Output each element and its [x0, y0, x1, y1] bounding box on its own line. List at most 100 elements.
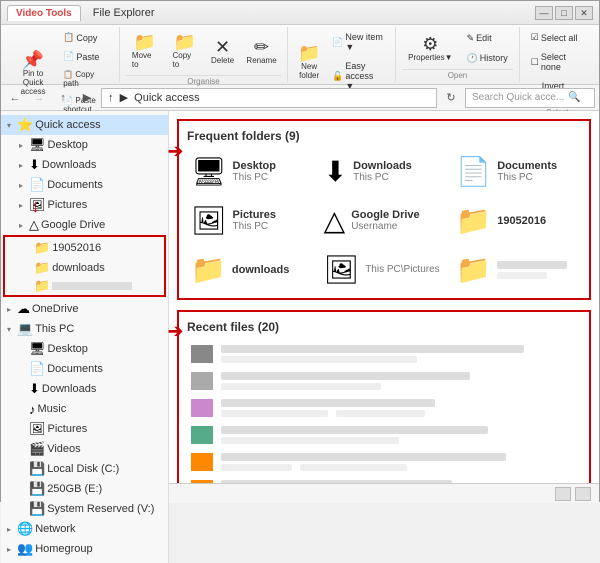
- pictures-label: Pictures: [48, 199, 88, 211]
- sidebar-item-network[interactable]: ▸ 🌐 Network: [1, 519, 168, 539]
- googledrive-icon: △: [29, 217, 39, 233]
- recent-locations-button[interactable]: ▶: [77, 88, 97, 108]
- sidebar-item-quick-access[interactable]: ▾ ⭐ Quick access: [1, 115, 168, 135]
- rename-button[interactable]: ✏ Rename: [242, 34, 281, 69]
- minimize-button[interactable]: —: [535, 6, 553, 20]
- 19052016-label: 19052016: [52, 242, 101, 254]
- video-tools-tab[interactable]: Video Tools: [7, 5, 81, 21]
- pc-downloads-arrow: [15, 383, 27, 395]
- copy-button[interactable]: 📋 Copy: [58, 29, 113, 46]
- recent-meta-3a: [221, 410, 328, 417]
- view-list-button[interactable]: [555, 487, 571, 501]
- sidebar-item-pictures[interactable]: ▸ 🖼 Pictures: [1, 195, 168, 215]
- downloads2-icon: 📁: [34, 260, 50, 276]
- folder-documents[interactable]: 📄 Documents This PC: [452, 151, 581, 192]
- select-none-label: Select none: [541, 52, 584, 72]
- new-folder-button[interactable]: 📁 Newfolder: [294, 40, 324, 84]
- search-field[interactable]: Search Quick acce... 🔍: [465, 88, 595, 108]
- folder-googledrive[interactable]: △ Google Drive Username: [320, 200, 449, 241]
- folder-19052016[interactable]: 📁 19052016: [452, 200, 581, 241]
- folder-googledrive-sub: Username: [351, 221, 419, 232]
- open-buttons: ⚙ Properties▼ ✎ Edit 🕐 History: [402, 29, 513, 67]
- sidebar-item-documents[interactable]: ▸ 📄 Documents: [1, 175, 168, 195]
- recent-item-4[interactable]: [187, 423, 581, 447]
- properties-button[interactable]: ⚙ Properties▼: [402, 31, 458, 66]
- recent-item-1[interactable]: [187, 342, 581, 366]
- select-none-button[interactable]: ☐ Select none: [526, 49, 589, 75]
- delete-button[interactable]: ✕ Delete: [206, 34, 239, 69]
- folder-documents-sub: This PC: [497, 172, 557, 183]
- pc-pictures-arrow: [15, 423, 27, 435]
- sidebar-item-onedrive[interactable]: ▸ ☁ OneDrive: [1, 299, 168, 319]
- recent-item-5[interactable]: [187, 450, 581, 474]
- refresh-button[interactable]: ↻: [441, 88, 461, 108]
- folder-googledrive-info: Google Drive Username: [351, 209, 419, 232]
- folder-downloads2-name: downloads: [232, 264, 289, 276]
- this-pc-arrow: ▾: [3, 323, 15, 335]
- pc-videos-arrow: [15, 443, 27, 455]
- folder-extra[interactable]: 📁: [452, 249, 581, 290]
- copy-to-button[interactable]: 📁 Copy to: [166, 29, 203, 73]
- folder-pc-pictures[interactable]: 🖼 This PC\Pictures: [320, 249, 449, 290]
- close-button[interactable]: ✕: [575, 6, 593, 20]
- sidebar-item-google-drive[interactable]: ▸ △ Google Drive: [1, 215, 168, 235]
- copyto-icon: 📁: [174, 33, 196, 51]
- recent-name-5: [221, 453, 506, 461]
- recent-thumb-1: [191, 345, 213, 363]
- recent-meta-row-5: [221, 464, 577, 471]
- sidebar-item-pc-downloads[interactable]: ⬇ Downloads: [1, 379, 168, 399]
- copy-icon: 📋: [63, 32, 74, 43]
- view-buttons: [555, 487, 591, 501]
- select-all-button[interactable]: ☑ Select all: [526, 29, 583, 46]
- new-group: 📁 Newfolder 📄 New item ▼ 🔓 Easy access ▼…: [288, 27, 396, 82]
- forward-button[interactable]: →: [29, 88, 49, 108]
- recent-item-3[interactable]: [187, 396, 581, 420]
- local-disk-label: Local Disk (C:): [47, 463, 119, 475]
- up-button[interactable]: ↑: [53, 88, 73, 108]
- recent-meta-1: [221, 356, 417, 363]
- pc-videos-icon: 🎬: [29, 441, 45, 457]
- pictures-arrow: ▸: [15, 199, 27, 211]
- folder-pictures-sub: This PC: [233, 221, 276, 232]
- back-button[interactable]: ←: [5, 88, 25, 108]
- move-to-button[interactable]: 📁 Move to: [126, 29, 164, 73]
- documents-icon: 📄: [29, 177, 45, 193]
- folder-downloads[interactable]: ⬇ Downloads This PC: [320, 151, 449, 192]
- recent-files-title: Recent files (20): [187, 320, 581, 334]
- sidebar-item-downloads[interactable]: ▸ ⬇ Downloads: [1, 155, 168, 175]
- sidebar-item-downloads2[interactable]: 📁 downloads: [6, 258, 163, 278]
- recent-item-2[interactable]: [187, 369, 581, 393]
- address-field[interactable]: ↑ ▶ Quick access: [101, 88, 437, 108]
- recent-meta-5a: [221, 464, 292, 471]
- sidebar-item-pc-desktop[interactable]: 🖥 Desktop: [1, 339, 168, 359]
- open-group: ⚙ Properties▼ ✎ Edit 🕐 History Open: [396, 27, 520, 82]
- sidebar-item-pc-music[interactable]: ♪ Music: [1, 399, 168, 419]
- sidebar-item-pc-documents[interactable]: 📄 Documents: [1, 359, 168, 379]
- folder-downloads2[interactable]: 📁 downloads: [187, 249, 316, 290]
- folder-pictures[interactable]: 🖼 Pictures This PC: [187, 200, 316, 241]
- sidebar-item-desktop[interactable]: ▸ 🖥 Desktop: [1, 135, 168, 155]
- pictures-icon: 🖼: [29, 197, 46, 213]
- recent-meta-row-3: [221, 410, 577, 417]
- view-details-button[interactable]: [575, 487, 591, 501]
- new-buttons: 📁 Newfolder 📄 New item ▼ 🔓 Easy access ▼: [294, 29, 389, 94]
- sidebar-item-pc-pictures[interactable]: 🖼 Pictures: [1, 419, 168, 439]
- new-item-button[interactable]: 📄 New item ▼: [327, 29, 389, 55]
- recent-info-3: [221, 399, 577, 417]
- sidebar-item-250gb[interactable]: 💾 250GB (E:): [1, 479, 168, 499]
- sidebar-item-system-reserved[interactable]: 💾 System Reserved (V:): [1, 499, 168, 519]
- paste-button[interactable]: 📄 Paste: [58, 48, 113, 65]
- folder-desktop[interactable]: 🖥 Desktop This PC: [187, 151, 316, 192]
- 250gb-icon: 💾: [29, 481, 45, 497]
- recent-item-6[interactable]: [187, 477, 581, 483]
- sidebar-item-homegroup[interactable]: ▸ 👥 Homegroup: [1, 539, 168, 559]
- sidebar-item-extra[interactable]: 📁: [6, 278, 163, 294]
- sidebar-item-local-disk[interactable]: 💾 Local Disk (C:): [1, 459, 168, 479]
- sidebar-item-this-pc[interactable]: ▾ 💻 This PC: [1, 319, 168, 339]
- sidebar-item-19052016[interactable]: 📁 19052016: [6, 238, 163, 258]
- edit-button[interactable]: ✎ Edit: [462, 30, 513, 47]
- sidebar-item-pc-videos[interactable]: 🎬 Videos: [1, 439, 168, 459]
- history-button[interactable]: 🕐 History: [462, 50, 513, 67]
- maximize-button[interactable]: □: [555, 6, 573, 20]
- folder-documents-info: Documents This PC: [497, 160, 557, 183]
